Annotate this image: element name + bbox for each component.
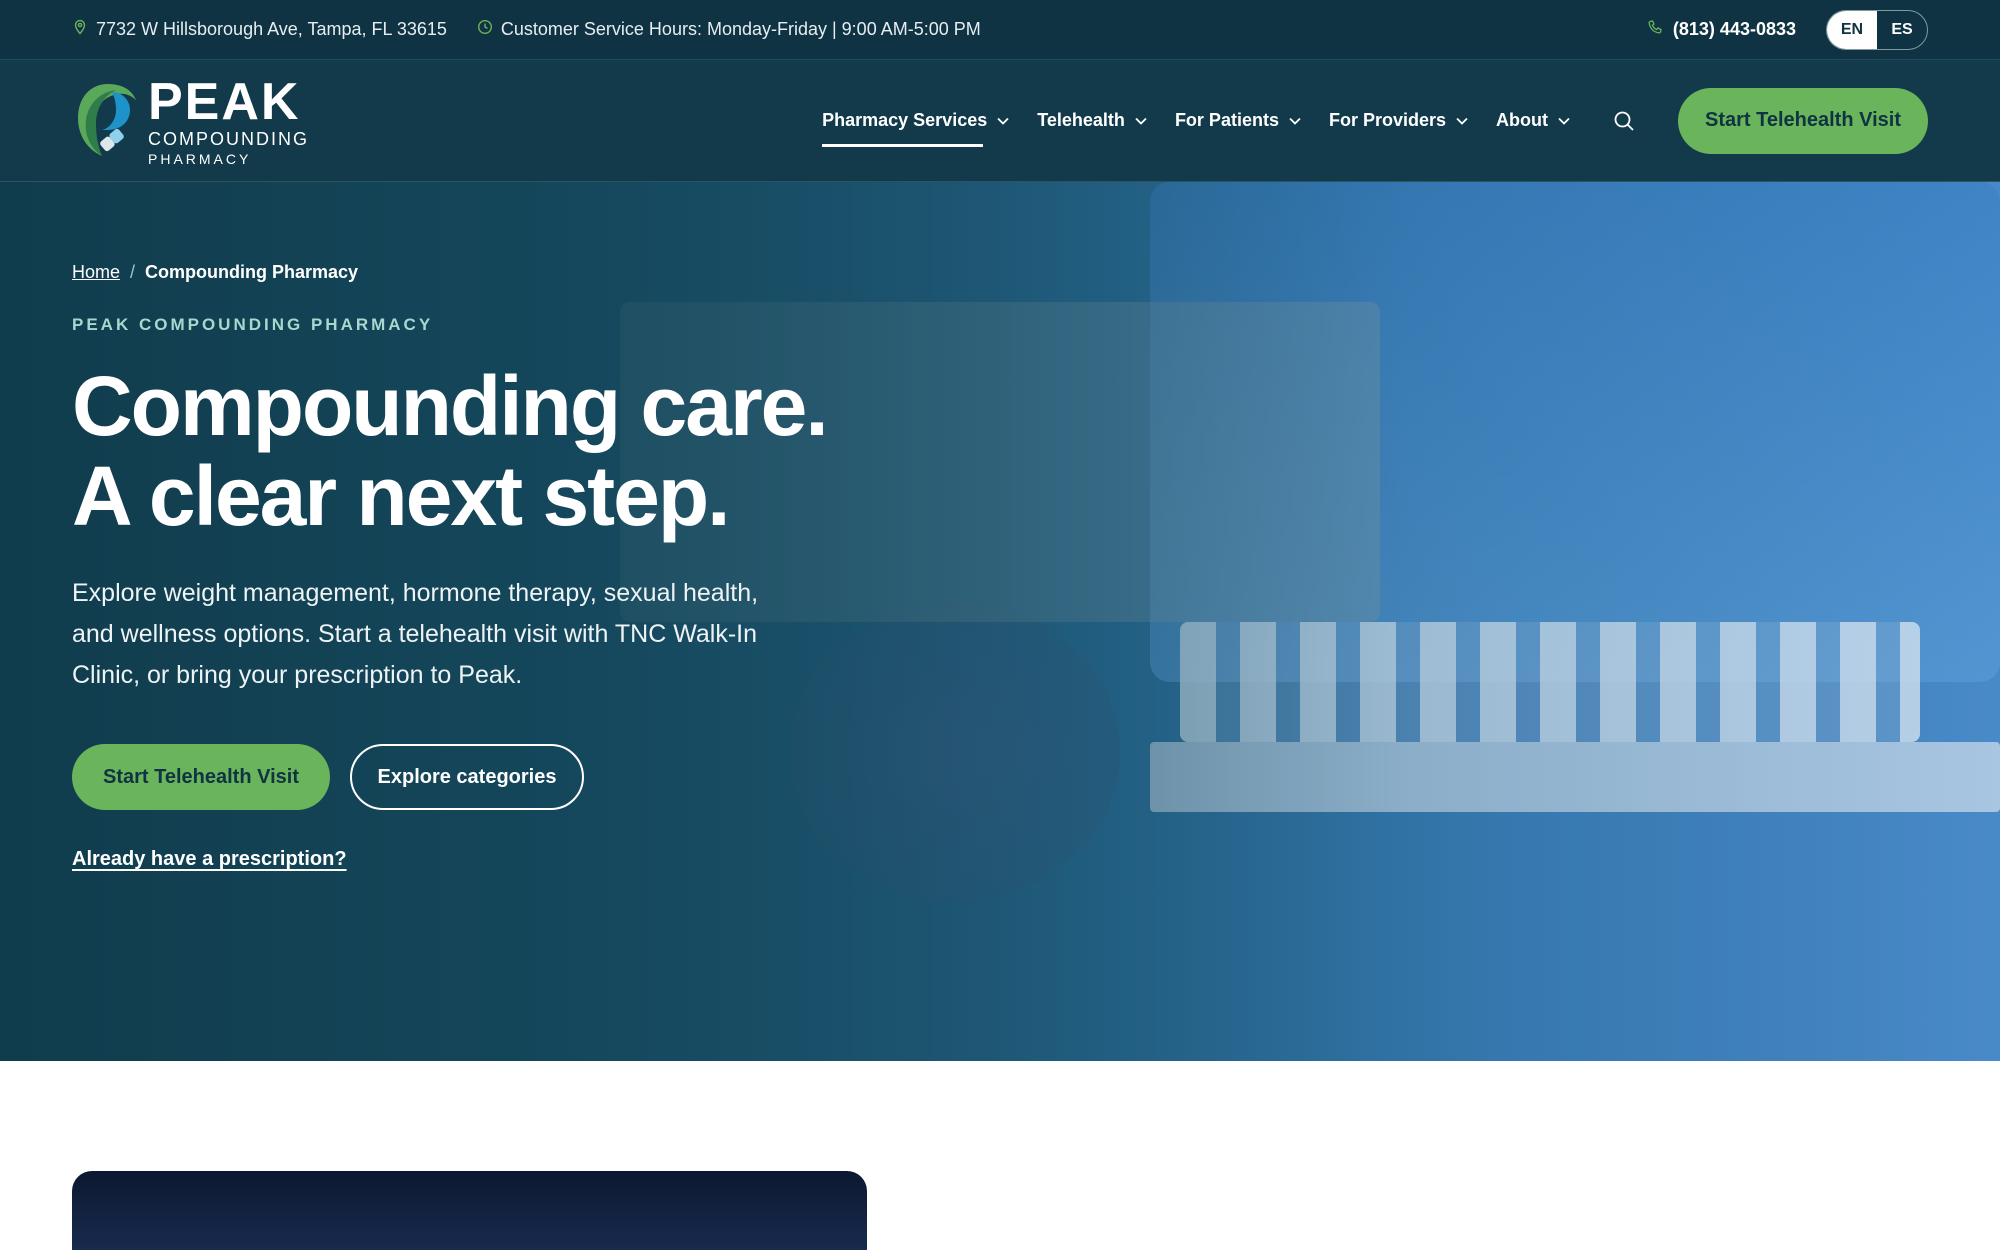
hours-text: Customer Service Hours: Monday-Friday | …	[500, 19, 981, 39]
headline-line-2: A clear next step.	[72, 449, 731, 543]
chevron-down-icon	[1558, 117, 1570, 125]
peak-logo-icon	[72, 78, 136, 164]
hero-eyebrow: PEAK COMPOUNDING PHARMACY	[72, 315, 434, 334]
chevron-down-icon	[1456, 117, 1468, 125]
start-telehealth-nav-button[interactable]: Start Telehealth Visit	[1678, 87, 1928, 154]
logo-line2: COMPOUNDING	[148, 128, 309, 149]
search-icon	[1614, 111, 1634, 131]
chevron-down-icon	[1135, 117, 1147, 125]
breadcrumb: Home / Compounding Pharmacy	[72, 262, 872, 283]
lang-es-button[interactable]: ES	[1877, 11, 1927, 49]
nav-item-label: Telehealth	[1037, 110, 1125, 130]
nav-item-label: For Patients	[1174, 110, 1279, 130]
chevron-down-icon	[997, 117, 1009, 125]
language-switcher: EN ES	[1826, 9, 1928, 50]
breadcrumb-separator: /	[130, 262, 136, 282]
existing-prescription-link[interactable]: Already have a prescription?	[72, 848, 347, 871]
feature-card-preview	[72, 1171, 867, 1250]
hero-content: Home / Compounding Pharmacy PEAK COMPOUN…	[72, 262, 872, 871]
breadcrumb-current: Compounding Pharmacy	[145, 262, 359, 282]
phone-link[interactable]: (813) 443-0833	[1647, 19, 1796, 40]
start-telehealth-hero-button[interactable]: Start Telehealth Visit	[72, 744, 330, 810]
nav-item-label: For Providers	[1328, 110, 1447, 130]
address-info: 7732 W Hillsborough Ave, Tampa, FL 33615	[72, 19, 447, 40]
nav-item-telehealth[interactable]: Telehealth	[1037, 101, 1147, 141]
logo-line3: PHARMACY	[148, 150, 252, 167]
headline-line-1: Compounding care.	[72, 359, 829, 453]
hero-section: Home / Compounding Pharmacy PEAK COMPOUN…	[0, 182, 2000, 1061]
nav-item-label: About	[1496, 110, 1548, 130]
logo-wordmark: PEAK COMPOUNDING PHARMACY	[148, 76, 309, 166]
location-pin-icon	[72, 19, 88, 40]
hours-info: Customer Service Hours: Monday-Friday | …	[477, 19, 981, 40]
logo-name: PEAK	[148, 72, 301, 131]
nav-item-about[interactable]: About	[1496, 101, 1570, 141]
nav-item-for-providers[interactable]: For Providers	[1329, 101, 1468, 141]
nav-item-label: Pharmacy Services	[822, 110, 988, 130]
lang-en-button[interactable]: EN	[1827, 10, 1877, 49]
phone-icon	[1647, 19, 1663, 40]
explore-categories-button[interactable]: Explore categories	[350, 744, 584, 810]
chevron-down-icon	[1289, 117, 1301, 125]
nav-item-pharmacy-services[interactable]: Pharmacy Services	[822, 101, 1009, 147]
main-navigation: PEAK COMPOUNDING PHARMACY Pharmacy Servi…	[0, 60, 2000, 182]
breadcrumb-home-link[interactable]: Home	[72, 262, 120, 283]
clock-icon	[477, 19, 493, 40]
hero-cta-group: Start Telehealth Visit Explore categorie…	[72, 744, 872, 810]
nav-item-for-patients[interactable]: For Patients	[1175, 101, 1301, 141]
site-logo[interactable]: PEAK COMPOUNDING PHARMACY	[72, 76, 309, 166]
address-text: 7732 W Hillsborough Ave, Tampa, FL 33615	[96, 19, 447, 39]
search-button[interactable]	[1610, 107, 1638, 135]
hero-headline: Compounding care. A clear next step.	[72, 361, 872, 541]
nav-menu: Pharmacy Services Telehealth For Patient…	[822, 101, 1570, 147]
hero-description: Explore weight management, hormone thera…	[72, 579, 759, 689]
phone-number: (813) 443-0833	[1672, 19, 1796, 39]
top-info-bar: 7732 W Hillsborough Ave, Tampa, FL 33615…	[0, 0, 2000, 60]
